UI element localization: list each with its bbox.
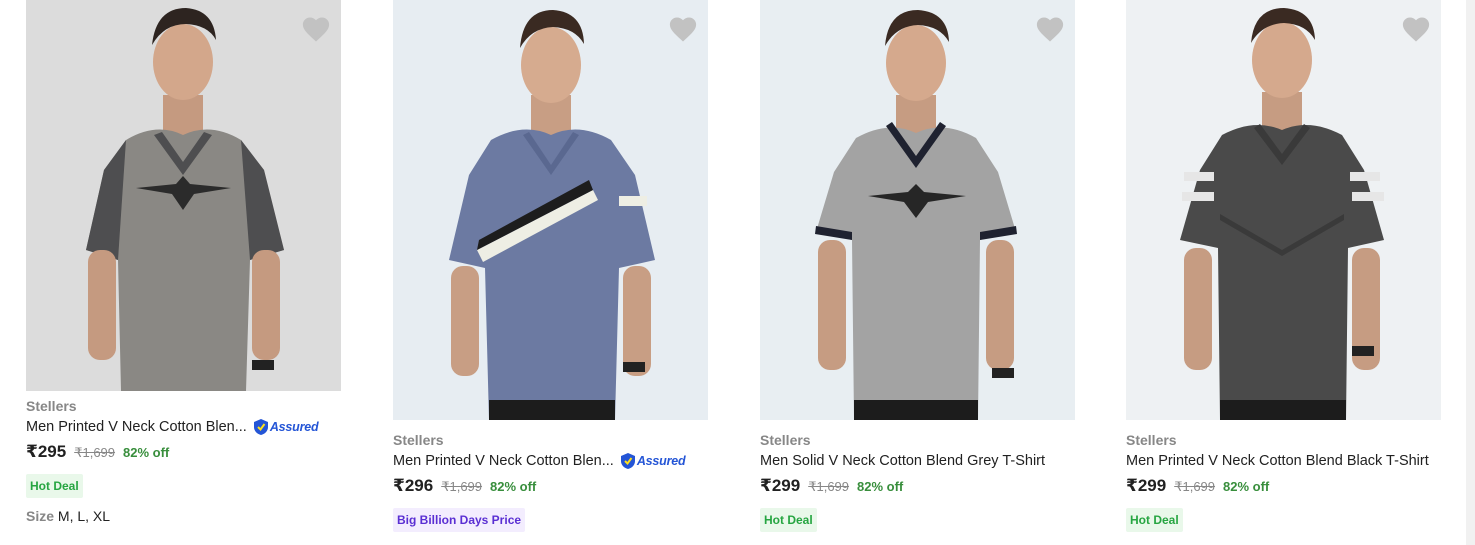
original-price: ₹1,699 [441, 479, 483, 494]
price-row: ₹296 ₹1,699 82% off [393, 476, 733, 504]
product-brand: Stellers [1126, 432, 1177, 448]
size-values: M, L, XL [57, 508, 111, 524]
size-options: Size M, L, XL [26, 506, 366, 526]
discount-percent: 82% off [1223, 479, 1270, 494]
original-price: ₹1,699 [1174, 479, 1216, 494]
discount-percent: 82% off [857, 479, 904, 494]
product-image[interactable] [760, 0, 1075, 420]
hot-deal-badge: Hot Deal [26, 474, 83, 498]
assured-label: Assured [269, 420, 319, 434]
big-billion-days-badge: Big Billion Days Price [393, 508, 526, 532]
original-price: ₹1,699 [74, 445, 116, 460]
product-title[interactable]: Men Printed V Neck Cotton Blen... Assure… [26, 416, 366, 438]
wishlist-heart-icon[interactable] [668, 15, 698, 43]
selling-price: ₹299 [760, 476, 801, 495]
product-title[interactable]: Men Printed V Neck Cotton Blen... Assure… [393, 450, 733, 472]
price-row: ₹299 ₹1,699 82% off [1126, 476, 1466, 504]
assured-label: Assured [636, 454, 686, 468]
product-image[interactable] [1126, 0, 1441, 420]
product-card[interactable]: Stellers Men Printed V Neck Cotton Blen.… [26, 0, 343, 545]
page-scrollbar[interactable] [1466, 0, 1475, 545]
product-title-text[interactable]: Men Printed V Neck Cotton Blen... [26, 416, 247, 438]
price-row: ₹295 ₹1,699 82% off [26, 442, 366, 470]
product-title-text[interactable]: Men Solid V Neck Cotton Blend Grey T-Shi… [760, 450, 1045, 472]
hot-deal-badge: Hot Deal [760, 508, 817, 532]
product-title[interactable]: Men Solid V Neck Cotton Blend Grey T-Shi… [760, 450, 1100, 472]
assured-badge: Assured [253, 416, 319, 438]
product-title[interactable]: Men Printed V Neck Cotton Blend Black T-… [1126, 450, 1466, 472]
discount-percent: 82% off [123, 445, 170, 460]
assured-shield-icon [253, 419, 268, 435]
product-brand: Stellers [760, 432, 811, 448]
discount-percent: 82% off [490, 479, 537, 494]
product-title-text[interactable]: Men Printed V Neck Cotton Blend Black T-… [1126, 450, 1429, 472]
product-brand: Stellers [26, 398, 77, 414]
selling-price: ₹299 [1126, 476, 1167, 495]
selling-price: ₹296 [393, 476, 434, 495]
size-label: Size [26, 508, 55, 524]
selling-price: ₹295 [26, 442, 67, 461]
assured-badge: Assured [620, 450, 686, 472]
wishlist-heart-icon[interactable] [301, 15, 331, 43]
wishlist-heart-icon[interactable] [1035, 15, 1065, 43]
product-card[interactable]: Stellers Men Printed V Neck Cotton Blend… [1126, 0, 1443, 545]
price-row: ₹299 ₹1,699 82% off [760, 476, 1100, 504]
product-title-text[interactable]: Men Printed V Neck Cotton Blen... [393, 450, 614, 472]
wishlist-heart-icon[interactable] [1401, 15, 1431, 43]
product-brand: Stellers [393, 432, 444, 448]
original-price: ₹1,699 [808, 479, 850, 494]
hot-deal-badge: Hot Deal [1126, 508, 1183, 532]
product-card[interactable]: Stellers Men Printed V Neck Cotton Blen.… [393, 0, 710, 545]
product-image[interactable] [393, 0, 708, 420]
product-image[interactable] [26, 0, 341, 391]
assured-shield-icon [620, 453, 635, 469]
product-card[interactable]: Stellers Men Solid V Neck Cotton Blend G… [760, 0, 1077, 545]
